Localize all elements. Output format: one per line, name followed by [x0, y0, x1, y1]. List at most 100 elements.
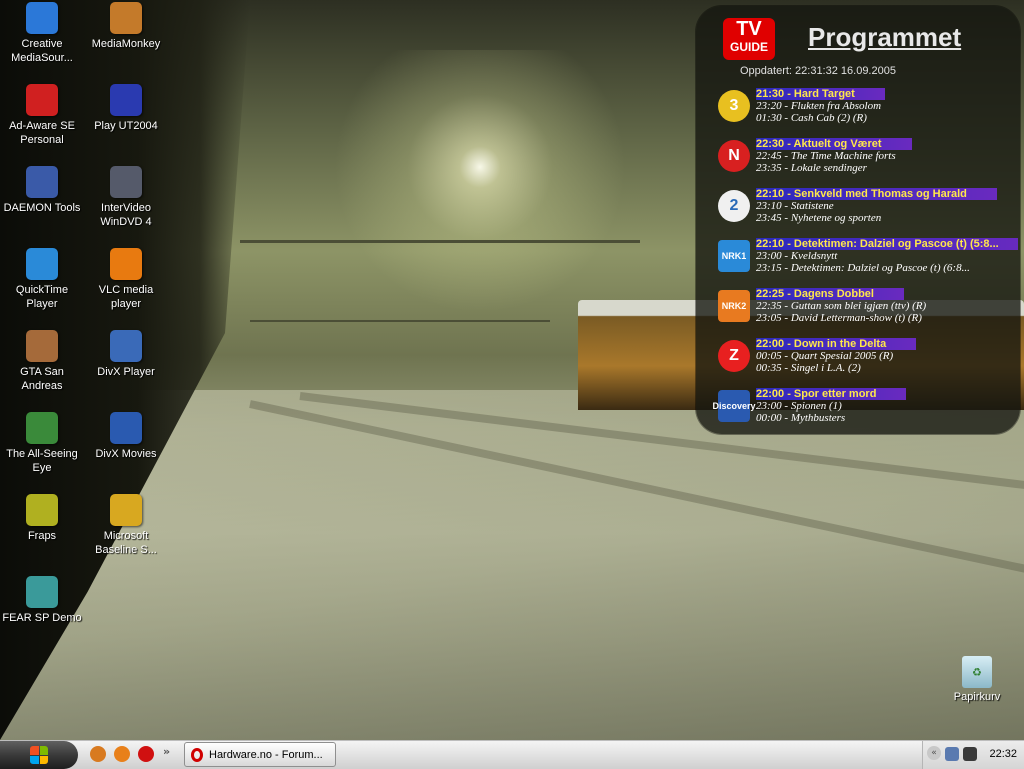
taskbar-window-button[interactable]: Hardware.no - Forum... — [184, 742, 336, 767]
desktop-shortcut-label: DAEMON Tools — [3, 202, 81, 214]
tv-channel-row[interactable]: NRK2 22:25 - Dagens Dobbel 22:35 - Guttan … — [718, 288, 1018, 336]
tv-guide-widget[interactable]: TV GUIDE Programmet Oppdatert: 22:31:32 … — [696, 6, 1020, 434]
all-seeing-eye-icon — [26, 412, 58, 444]
taskbar-clock[interactable]: 22:32 — [989, 748, 1017, 760]
tv-now-playing[interactable]: 22:10 - Detektimen: Dalziel og Pascoe (t… — [756, 238, 1018, 250]
tv-now-playing[interactable]: 22:30 - Aktuelt og Været — [756, 138, 1018, 150]
tv-upcoming-program[interactable]: 23:35 - Lokale sendinger — [756, 162, 1018, 174]
tv-now-playing[interactable]: 22:00 - Spor etter mord — [756, 388, 1018, 400]
desktop-shortcut[interactable]: VLC media player — [86, 248, 166, 311]
tv-channel-row[interactable]: Discovery 22:00 - Spor etter mord 23:00 - … — [712, 388, 1018, 436]
tv-upcoming-program[interactable]: 00:05 - Quart Spesial 2005 (R) — [756, 350, 1018, 362]
tv-channel-row[interactable]: N 22:30 - Aktuelt og Været 22:45 - The Tim… — [718, 138, 1018, 186]
desktop-shortcut[interactable]: DivX Movies — [86, 412, 166, 461]
firefox-icon[interactable] — [114, 746, 130, 762]
opera-icon — [191, 747, 203, 762]
tv-upcoming-program[interactable]: 23:00 - Kveldsnytt — [756, 250, 1018, 262]
tv-upcoming-program[interactable]: 00:35 - Singel i L.A. (2) — [756, 362, 1018, 374]
tv-upcoming-program[interactable]: 23:00 - Spionen (1) — [756, 400, 1018, 412]
tv-now-playing-text: 22:00 - Spor etter mord — [756, 388, 907, 400]
desktop-shortcut-label: DivX Player — [97, 366, 155, 378]
desktop-shortcut[interactable]: QuickTime Player — [2, 248, 82, 311]
tv-upcoming-program[interactable]: 23:05 - David Letterman-show (t) (R) — [756, 312, 1018, 324]
desktop-shortcut-label: InterVideo WinDVD 4 — [100, 202, 152, 228]
desktop-shortcut-label: VLC media player — [98, 284, 154, 310]
tv-channel-schedule: 21:30 - Hard Target 23:20 - Flukten fra A… — [756, 88, 1018, 124]
desktop-shortcut-label: Fraps — [27, 530, 57, 542]
desktop-shortcut[interactable]: Creative MediaSour... — [2, 2, 82, 65]
tv-channel-row[interactable]: 3 21:30 - Hard Target 23:20 - Flukten fra … — [718, 88, 1018, 136]
gta-san-andreas-icon — [26, 330, 58, 362]
wallpaper-overhead-wire — [240, 240, 640, 243]
desktop-shortcut-label: FEAR SP Demo — [2, 612, 82, 624]
tv-upcoming-program[interactable]: 23:20 - Flukten fra Absolom — [756, 100, 1018, 112]
gaim-icon[interactable] — [90, 746, 106, 762]
desktop-shortcut[interactable]: Microsoft Baseline S... — [86, 494, 166, 557]
tv-upcoming-program[interactable]: 23:15 - Detektimen: Dalziel og Pascoe (t… — [756, 262, 1018, 274]
tv-now-playing-text: 21:30 - Hard Target — [756, 88, 885, 100]
desktop-shortcut[interactable]: MediaMonkey — [86, 2, 166, 51]
tv-upcoming-program[interactable]: 01:30 - Cash Cab (2) (R) — [756, 112, 1018, 124]
tv-now-playing[interactable]: 22:10 - Senkveld med Thomas og Harald — [756, 188, 1018, 200]
creative-mediasource-icon — [26, 2, 58, 34]
tray-expand-chevron[interactable]: « — [927, 746, 941, 760]
tv-now-playing-text: 22:00 - Down in the Delta — [756, 338, 917, 350]
fraps-icon — [26, 494, 58, 526]
desktop-shortcut[interactable]: GTA San Andreas — [2, 330, 82, 393]
speaker-icon[interactable] — [963, 747, 977, 761]
ad-aware-icon — [26, 84, 58, 116]
wallpaper-overhead-wire — [250, 320, 550, 322]
tv2-logo-icon: 2 — [718, 190, 750, 222]
vlc-icon — [110, 248, 142, 280]
tv-upcoming-program[interactable]: 23:10 - Statistene — [756, 200, 1018, 212]
tv-channel-row[interactable]: Z 22:00 - Down in the Delta 00:05 - Quart … — [718, 338, 1018, 386]
fear-icon — [26, 576, 58, 608]
desktop-shortcut-label: Ad-Aware SE Personal — [9, 120, 75, 146]
desktop-shortcut-label: The All-Seeing Eye — [6, 448, 78, 474]
desktop-shortcut-label: GTA San Andreas — [20, 366, 64, 392]
daemon-tools-icon — [26, 166, 58, 198]
desktop-shortcut[interactable]: Ad-Aware SE Personal — [2, 84, 82, 147]
start-button[interactable] — [0, 741, 78, 769]
tv-channel-row[interactable]: 2 22:10 - Senkveld med Thomas og Harald 23… — [718, 188, 1018, 236]
recycle-bin-label: Papirkurv — [953, 691, 1001, 703]
windvd-icon — [110, 166, 142, 198]
tv-upcoming-program[interactable]: 23:45 - Nyhetene og sporten — [756, 212, 1018, 224]
wallpaper-lamp-glow — [330, 50, 630, 310]
tv-channel-row[interactable]: NRK1 22:10 - Detektimen: Dalziel og Pasco… — [718, 238, 1018, 286]
tv-upcoming-program[interactable]: 22:35 - Guttan som blei igjæn (ttv) (R) — [756, 300, 1018, 312]
tv-now-playing[interactable]: 22:25 - Dagens Dobbel — [756, 288, 1018, 300]
tv-upcoming-program[interactable]: 00:00 - Mythbusters — [756, 412, 1018, 424]
tv-guide-title[interactable]: Programmet — [808, 22, 961, 53]
desktop-shortcut-label: DivX Movies — [95, 448, 157, 460]
nrk2-logo-icon: NRK2 — [718, 290, 750, 322]
desktop-shortcut[interactable]: Fraps — [2, 494, 82, 543]
system-tray: « 22:32 — [922, 741, 1024, 769]
opera-icon[interactable] — [138, 746, 154, 762]
windows-start-icon — [30, 746, 48, 764]
desktop-shortcut-label: Play UT2004 — [94, 120, 158, 132]
desktop-shortcut[interactable]: The All-Seeing Eye — [2, 412, 82, 475]
tv-upcoming-program[interactable]: 22:45 - The Time Machine forts — [756, 150, 1018, 162]
desktop-shortcut-label: QuickTime Player — [15, 284, 69, 310]
desktop-shortcut[interactable]: Play UT2004 — [86, 84, 166, 133]
desktop-shortcut-label: MediaMonkey — [91, 38, 161, 50]
desktop-shortcut-label: Microsoft Baseline S... — [95, 530, 157, 556]
desktop-shortcut[interactable]: FEAR SP Demo — [2, 576, 82, 625]
tv-guide-logo: TV GUIDE — [723, 18, 775, 60]
tv3-logo-icon: 3 — [718, 90, 750, 122]
network-icon[interactable] — [945, 747, 959, 761]
desktop-shortcut[interactable]: DAEMON Tools — [2, 166, 82, 215]
recycle-bin[interactable]: ♻ Papirkurv — [942, 656, 1012, 703]
desktop-shortcut[interactable]: InterVideo WinDVD 4 — [86, 166, 166, 229]
tv-channel-schedule: 22:00 - Down in the Delta 00:05 - Quart S… — [756, 338, 1018, 374]
tv-guide-logo-tv: TV — [736, 18, 762, 40]
tv-now-playing-text: 22:30 - Aktuelt og Været — [756, 138, 912, 150]
tv-now-playing[interactable]: 21:30 - Hard Target — [756, 88, 1018, 100]
tv-channel-schedule: 22:10 - Senkveld med Thomas og Harald 23:… — [756, 188, 1018, 224]
tv-now-playing[interactable]: 22:00 - Down in the Delta — [756, 338, 1018, 350]
tv-channel-schedule: 22:25 - Dagens Dobbel 22:35 - Guttan som … — [756, 288, 1018, 324]
desktop-shortcut[interactable]: DivX Player — [86, 330, 166, 379]
quick-launch-chevron[interactable]: » — [163, 745, 170, 758]
divx-player-icon — [110, 330, 142, 362]
